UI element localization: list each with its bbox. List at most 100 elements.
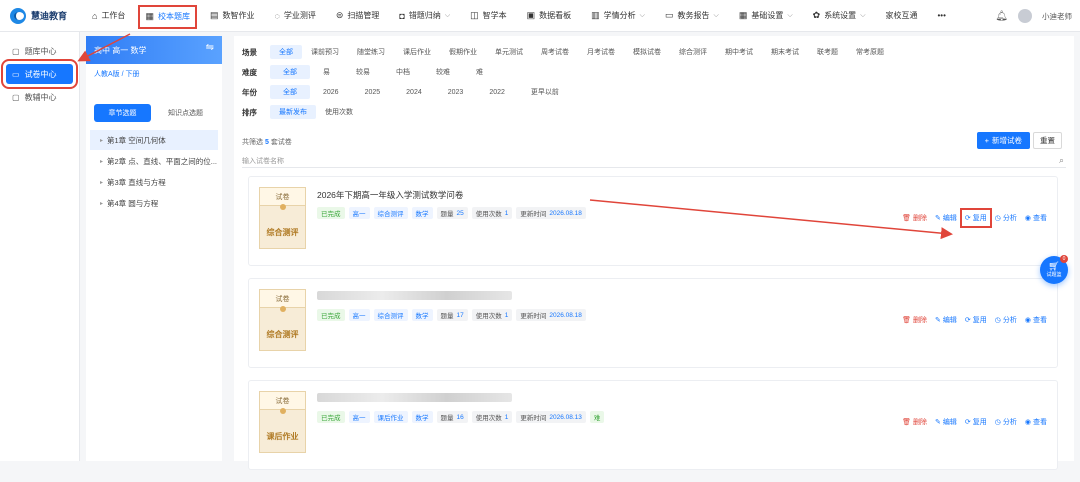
edit-button[interactable]: ✎ 编辑 [935, 315, 957, 325]
filter-option[interactable]: 课后作业 [394, 45, 440, 59]
nav-item-10[interactable]: ▦ 基础设置 ⌵ [729, 0, 803, 32]
chapter-item[interactable]: ▸ 第1章 空间几何体 [90, 130, 218, 150]
filter-option[interactable]: 假期作业 [440, 45, 486, 59]
filter-option[interactable]: 模拟试卷 [624, 45, 670, 59]
stat-value: 2026.08.13 [549, 413, 582, 421]
chapter-item[interactable]: ▸ 第2章 点、直线、平面之间的位... [90, 151, 218, 171]
sidebar-item-2[interactable]: ▢ 教辅中心 [6, 87, 73, 107]
trash-button[interactable]: 🗑 删除 [902, 417, 927, 427]
filter-option[interactable]: 全部 [270, 45, 302, 59]
sidebar-item-1[interactable]: ▭ 试卷中心 [1, 59, 78, 89]
add-paper-button[interactable]: + 新增试卷 [976, 132, 1030, 149]
filter-option[interactable]: 使用次数 [316, 105, 362, 119]
reuse-button[interactable]: ⟳ 复用 [965, 315, 987, 325]
textbook-edition[interactable]: 人教A版 / 下册 [86, 64, 222, 84]
nav-item-7[interactable]: ▣ 数据看板 [517, 0, 582, 32]
paper-stat: 更新时间 2026.08.13 [516, 411, 586, 423]
paper-title[interactable]: 2026年下期高一年级入学测试数学问卷 [317, 189, 463, 201]
book-icon: ▢ [12, 92, 20, 102]
view-button[interactable]: ◉ 查看 [1025, 417, 1047, 427]
filter-option[interactable]: 易 [310, 65, 343, 79]
paper-card[interactable]: 试卷 课后作业 已完成 高一 课后作业 数学 题量 16 使用次数 1 更新时间 2026.08.13… [248, 380, 1058, 470]
filter-option[interactable]: 最新发布 [270, 105, 316, 119]
view-button[interactable]: ◉ 查看 [1025, 315, 1047, 325]
reuse-button[interactable]: ⟳ 复用 [965, 417, 987, 427]
edit-button[interactable]: ✎ 编辑 [935, 417, 957, 427]
filter-option[interactable]: 综合测评 [670, 45, 716, 59]
trash-button[interactable]: 🗑 删除 [902, 315, 927, 325]
filter-option[interactable]: 全部 [270, 65, 310, 79]
filter-option[interactable]: 难 [463, 65, 496, 79]
nav-item-9[interactable]: ▭ 教务报告 ⌵ [655, 0, 729, 32]
filter-option[interactable]: 随堂练习 [348, 45, 394, 59]
nav-item-11[interactable]: ✿ 系统设置 ⌵ [803, 0, 876, 32]
stat-label: 使用次数 [475, 415, 502, 422]
top-navigation-bar: 慧迪教育 ⌂ 工作台 ▦ 校本题库 ▤ 数智作业 ◌ 学业测评 ⊜ 扫描管理 ◘ 错题归纳 ⌵ ◫ 智学本 ▣… [0, 0, 1080, 32]
tree-tab-0[interactable]: 章节选题 [94, 104, 151, 122]
analysis-button[interactable]: ◷ 分析 [995, 417, 1017, 427]
view-icon: ◉ [1024, 317, 1031, 324]
filter-option[interactable]: 2026 [310, 85, 352, 99]
paper-tag: 数学 [411, 207, 433, 219]
swap-icon[interactable]: ⇋ [206, 42, 214, 53]
paper-card[interactable]: 试卷 综合测评 2026年下期高一年级入学测试数学问卷 已完成 高一 综合测评 数学 题量 25… [248, 176, 1058, 266]
view-button[interactable]: ◉ 查看 [1025, 213, 1047, 223]
tree-tab-1[interactable]: 知识点选题 [157, 104, 214, 122]
search-input[interactable]: 输入试卷名称 ⌕ [242, 154, 1066, 168]
nav-item-12[interactable]: 家校互通 [876, 0, 928, 32]
reuse-button[interactable]: ⟳ 复用 [959, 208, 992, 228]
nav-item-0[interactable]: ⌂ 工作台 [82, 0, 135, 32]
filter-option[interactable]: 课前预习 [302, 45, 348, 59]
result-bar: 共筛选 5 套试卷 + 新增试卷 重置 [242, 132, 1066, 152]
filter-option[interactable]: 月考试卷 [578, 45, 624, 59]
filter-option[interactable]: 常考原题 [847, 45, 893, 59]
reset-button[interactable]: 重置 [1033, 132, 1062, 149]
nav-item-3[interactable]: ◌ 学业测评 [264, 0, 325, 32]
filter-option[interactable]: 2024 [393, 85, 435, 99]
nav-label: 基础设置 [751, 11, 784, 20]
stat-label: 题量 [440, 211, 454, 218]
chapter-item[interactable]: ▸ 第4章 圆与方程 [90, 193, 218, 213]
filter-option[interactable]: 中档 [383, 65, 423, 79]
nav-item-8[interactable]: ▥ 学情分析 ⌵ [581, 0, 655, 32]
filter-option[interactable]: 期末考试 [762, 45, 808, 59]
analysis-icon: ◷ [994, 419, 1001, 426]
nav-item-2[interactable]: ▤ 数智作业 [200, 0, 265, 32]
subject-selector[interactable]: 高中 高一 数学 ⇋ [86, 36, 222, 64]
filter-option[interactable]: 较难 [423, 65, 463, 79]
nav-item-13[interactable]: ••• [928, 0, 956, 32]
filter-option[interactable]: 周考试卷 [532, 45, 578, 59]
avatar[interactable] [1018, 9, 1032, 23]
bell-icon[interactable]: 🔔︎ [995, 11, 1008, 22]
brand-logo[interactable]: 慧迪教育 [0, 7, 82, 24]
filter-option[interactable]: 期中考试 [716, 45, 762, 59]
edit-button[interactable]: ✎ 编辑 [935, 213, 957, 223]
nav-item-6[interactable]: ◫ 智学本 [460, 0, 517, 32]
search-icon[interactable]: ⌕ [1059, 155, 1064, 166]
nav-item-4[interactable]: ⊜ 扫描管理 [326, 0, 390, 32]
sidebar-item-0[interactable]: ▢ 题库中心 [6, 41, 73, 61]
chapter-item[interactable]: ▸ 第3章 直线与方程 [90, 172, 218, 192]
filter-option[interactable]: 全部 [270, 85, 310, 99]
filter-option[interactable]: 联考题 [808, 45, 847, 59]
nav-item-5[interactable]: ◘ 错题归纳 ⌵ [389, 0, 460, 32]
filter-option[interactable]: 单元测试 [486, 45, 532, 59]
brand-name: 慧迪教育 [31, 11, 68, 21]
action-label: 分析 [1002, 419, 1017, 426]
filter-option[interactable]: 2022 [476, 85, 518, 99]
user-name[interactable]: 小迪老师 [1042, 11, 1072, 22]
nav-item-1[interactable]: ▦ 校本题库 [135, 2, 200, 32]
filter-option[interactable]: 更早以前 [518, 85, 572, 99]
paper-list-main: 场景 全部 课前预习 随堂练习 课后作业 假期作业 单元测试 周考试卷 月考试卷 模拟试卷 综合测评… [234, 36, 1074, 470]
analysis-button[interactable]: ◷ 分析 [995, 315, 1017, 325]
status-badge: 已完成 [317, 207, 345, 219]
chevron-down-icon: ⌵ [787, 11, 793, 19]
filter-option[interactable]: 较易 [343, 65, 383, 79]
question-basket-button[interactable]: 🛒︎ 试题篮 0 [1040, 255, 1068, 284]
filter-option[interactable]: 2023 [435, 85, 477, 99]
paper-card[interactable]: 试卷 综合测评 已完成 高一 综合测评 数学 题量 17 使用次数 1 更新时间 2026.08.18… [248, 278, 1058, 368]
filter-option[interactable]: 2025 [352, 85, 394, 99]
trash-button[interactable]: 🗑 删除 [902, 213, 927, 223]
action-label: 删除 [913, 317, 928, 324]
analysis-button[interactable]: ◷ 分析 [995, 213, 1017, 223]
